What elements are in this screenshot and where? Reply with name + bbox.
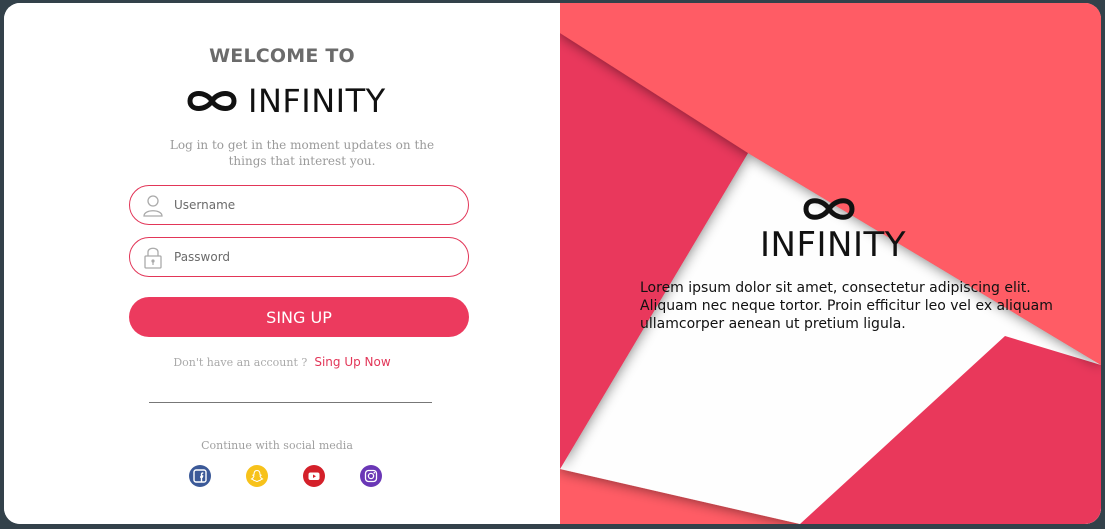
facebook-icon[interactable] bbox=[189, 465, 211, 487]
tagline: Log in to get in the moment updates on t… bbox=[169, 138, 435, 168]
instagram-icon[interactable] bbox=[360, 465, 382, 487]
submit-button[interactable]: SING UP bbox=[129, 297, 469, 337]
welcome-heading: WELCOME TO bbox=[209, 45, 355, 67]
user-icon bbox=[140, 192, 166, 218]
brand-name: INFINITY bbox=[248, 82, 386, 120]
username-input[interactable] bbox=[174, 198, 454, 212]
divider bbox=[149, 402, 432, 403]
account-question: Don't have an account ? bbox=[173, 356, 308, 369]
infinity-icon bbox=[803, 198, 855, 220]
promo-description: Lorem ipsum dolor sit amet, consectetur … bbox=[640, 280, 1053, 332]
password-input[interactable] bbox=[174, 250, 454, 264]
login-card: WELCOME TO INFINITY Log in to get in the… bbox=[4, 3, 1101, 524]
social-links bbox=[189, 465, 382, 487]
youtube-icon[interactable] bbox=[303, 465, 325, 487]
snapchat-icon[interactable] bbox=[246, 465, 268, 487]
brand-logo: INFINITY bbox=[184, 81, 386, 121]
password-field[interactable] bbox=[129, 237, 469, 277]
lock-icon bbox=[140, 244, 166, 270]
promo-brand-name: INFINITY bbox=[760, 225, 907, 265]
social-label: Continue with social media bbox=[201, 439, 353, 452]
signup-link[interactable]: Sing Up Now bbox=[314, 355, 390, 369]
login-panel: WELCOME TO INFINITY Log in to get in the… bbox=[4, 3, 560, 524]
account-prompt: Don't have an account ? Sing Up Now bbox=[4, 355, 560, 369]
username-field[interactable] bbox=[129, 185, 469, 225]
infinity-icon bbox=[187, 91, 237, 111]
promo-panel: INFINITY Lorem ipsum dolor sit amet, con… bbox=[560, 3, 1101, 524]
